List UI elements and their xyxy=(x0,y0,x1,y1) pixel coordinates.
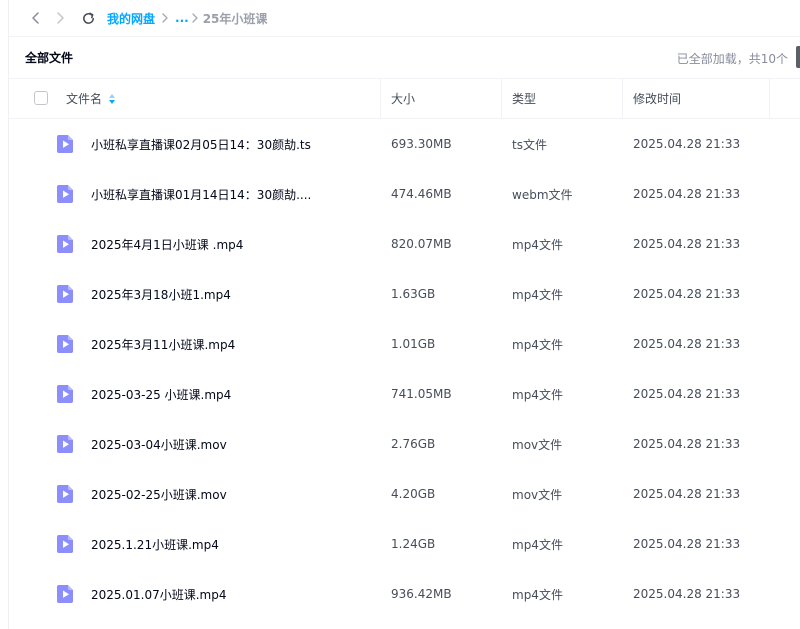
file-type: ts文件 xyxy=(512,137,547,152)
file-size: 1.01GB xyxy=(391,337,436,351)
video-file-icon xyxy=(55,134,75,154)
file-type: mp4文件 xyxy=(512,237,563,252)
video-file-icon xyxy=(55,384,75,404)
table-row[interactable]: 2025.01.07小班课.mp4 936.42MB mp4文件 2025.04.28… xyxy=(9,569,800,619)
forward-button[interactable] xyxy=(48,6,72,30)
file-name[interactable]: 2025-03-25 小班课.mp4 xyxy=(91,369,381,419)
breadcrumb-separator-icon xyxy=(191,12,199,24)
file-modified: 2025.04.28 21:33 xyxy=(633,487,741,501)
file-modified: 2025.04.28 21:33 xyxy=(633,287,741,301)
file-type: mp4文件 xyxy=(512,387,563,402)
file-name[interactable]: 小班私享直播课01月14日14：30颜劼.... xyxy=(91,169,381,219)
file-size: 693.30MB xyxy=(391,137,452,151)
table-row[interactable]: 小班私享直播课01月14日14：30颜劼.... 474.46MB webm文件 20… xyxy=(9,169,800,219)
navigation-bar: 我的网盘 ... 25年小班课 xyxy=(9,0,800,37)
video-file-icon xyxy=(55,234,75,254)
video-file-icon xyxy=(55,334,75,354)
video-file-icon xyxy=(55,584,75,604)
file-size: 1.24GB xyxy=(391,537,436,551)
file-name[interactable]: 2025年3月18小班1.mp4 xyxy=(91,269,381,319)
column-header-name[interactable]: 文件名 xyxy=(66,79,116,118)
column-divider[interactable] xyxy=(501,79,502,118)
video-file-icon xyxy=(55,484,75,504)
table-header: 文件名 大小 类型 修改时间 xyxy=(9,78,800,119)
file-name[interactable]: 2025.01.07小班课.mp4 xyxy=(91,569,381,619)
column-header-type[interactable]: 类型 xyxy=(512,79,536,118)
file-size: 4.20GB xyxy=(391,487,436,501)
back-button[interactable] xyxy=(24,6,48,30)
file-size: 820.07MB xyxy=(391,237,452,251)
column-divider[interactable] xyxy=(380,79,381,118)
video-file-icon xyxy=(55,534,75,554)
file-list: 小班私享直播课02月05日14：30颜劼.ts 693.30MB ts文件 2025.… xyxy=(9,119,800,619)
table-row[interactable]: 2025年4月1日小班课 .mp4 820.07MB mp4文件 2025.04.28… xyxy=(9,219,800,269)
toolbar: 全部文件 已全部加载，共10个 xyxy=(9,37,800,78)
column-name-label: 文件名 xyxy=(66,92,103,106)
clipped-button[interactable] xyxy=(796,46,800,68)
file-name[interactable]: 2025-02-25小班课.mov xyxy=(91,469,381,519)
chevron-left-icon xyxy=(32,12,39,24)
file-modified: 2025.04.28 21:33 xyxy=(633,237,741,251)
video-file-icon xyxy=(55,434,75,454)
file-name[interactable]: 小班私享直播课02月05日14：30颜劼.ts xyxy=(91,119,381,169)
column-divider[interactable] xyxy=(769,79,770,118)
table-row[interactable]: 2025-02-25小班课.mov 4.20GB mov文件 2025.04.28 2… xyxy=(9,469,800,519)
video-file-icon xyxy=(55,184,75,204)
breadcrumb-separator-icon xyxy=(161,12,169,24)
file-size: 474.46MB xyxy=(391,187,452,201)
select-all-checkbox[interactable] xyxy=(34,91,48,105)
file-modified: 2025.04.28 21:33 xyxy=(633,187,741,201)
refresh-icon xyxy=(82,12,94,24)
column-divider[interactable] xyxy=(622,79,623,118)
file-type: mov文件 xyxy=(512,437,563,452)
file-name[interactable]: 2025-03-04小班课.mov xyxy=(91,419,381,469)
breadcrumb-ellipsis[interactable]: ... xyxy=(175,11,189,25)
file-modified: 2025.04.28 21:33 xyxy=(633,387,741,401)
table-row[interactable]: 2025-03-04小班课.mov 2.76GB mov文件 2025.04.28 2… xyxy=(9,419,800,469)
table-row[interactable]: 2025-03-25 小班课.mp4 741.05MB mp4文件 2025.04.2… xyxy=(9,369,800,419)
file-type: mp4文件 xyxy=(512,337,563,352)
file-type: mov文件 xyxy=(512,487,563,502)
file-size: 1.63GB xyxy=(391,287,436,301)
file-modified: 2025.04.28 21:33 xyxy=(633,337,741,351)
table-row[interactable]: 2025年3月18小班1.mp4 1.63GB mp4文件 2025.04.28 21… xyxy=(9,269,800,319)
file-size: 741.05MB xyxy=(391,387,452,401)
breadcrumb-current: 25年小班课 xyxy=(202,11,268,26)
breadcrumb-root[interactable]: 我的网盘 xyxy=(107,10,155,27)
file-size: 936.42MB xyxy=(391,587,452,601)
file-modified: 2025.04.28 21:33 xyxy=(633,437,741,451)
refresh-button[interactable] xyxy=(76,6,100,30)
file-size: 2.76GB xyxy=(391,437,436,451)
sort-icon[interactable] xyxy=(108,93,116,105)
file-name[interactable]: 2025年3月11小班课.mp4 xyxy=(91,319,381,369)
load-status: 已全部加载，共10个 xyxy=(676,52,788,66)
column-header-modified[interactable]: 修改时间 xyxy=(633,79,681,118)
file-name[interactable]: 2025年4月1日小班课 .mp4 xyxy=(91,219,381,269)
all-files-label: 全部文件 xyxy=(25,51,74,65)
file-type: mp4文件 xyxy=(512,537,563,552)
table-row[interactable]: 2025.1.21小班课.mp4 1.24GB mp4文件 2025.04.28 21… xyxy=(9,519,800,569)
chevron-right-icon xyxy=(57,12,64,24)
file-name[interactable]: 2025.1.21小班课.mp4 xyxy=(91,519,381,569)
table-row[interactable]: 2025年3月11小班课.mp4 1.01GB mp4文件 2025.04.28 21… xyxy=(9,319,800,369)
column-header-size[interactable]: 大小 xyxy=(391,79,415,118)
file-type: mp4文件 xyxy=(512,287,563,302)
file-type: webm文件 xyxy=(512,187,573,202)
file-modified: 2025.04.28 21:33 xyxy=(633,537,741,551)
video-file-icon xyxy=(55,284,75,304)
table-row[interactable]: 小班私享直播课02月05日14：30颜劼.ts 693.30MB ts文件 2025.… xyxy=(9,119,800,169)
file-modified: 2025.04.28 21:33 xyxy=(633,587,741,601)
file-modified: 2025.04.28 21:33 xyxy=(633,137,741,151)
file-type: mp4文件 xyxy=(512,587,563,602)
